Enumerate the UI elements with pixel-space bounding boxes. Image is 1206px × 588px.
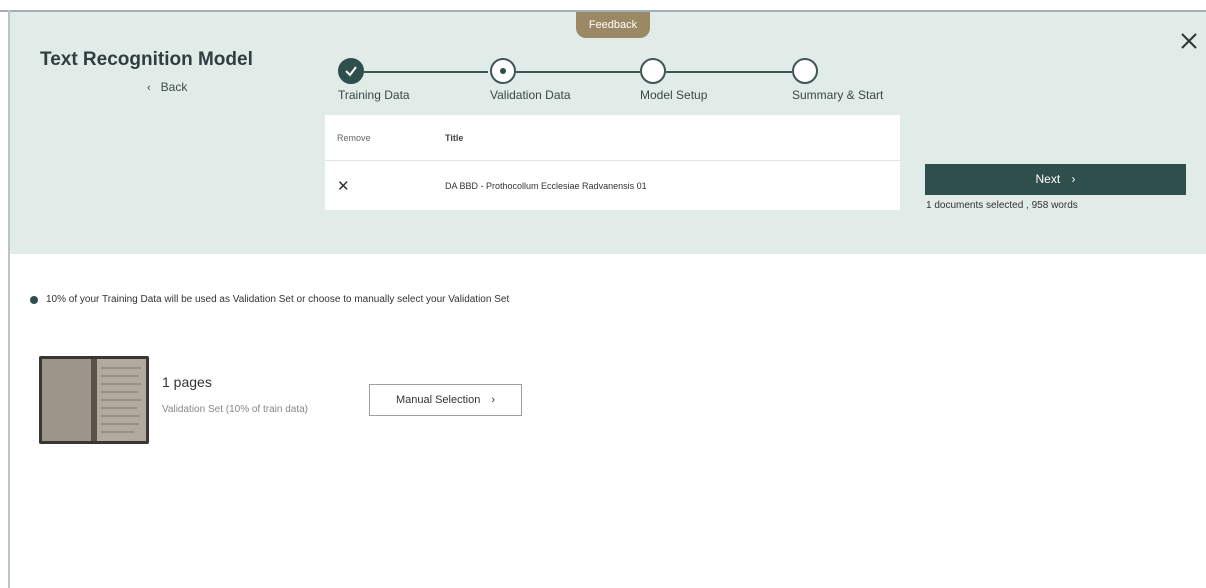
feedback-tab[interactable]: Feedback [576, 12, 650, 38]
chevron-right-icon: › [1071, 172, 1076, 186]
next-button[interactable]: Next › [925, 164, 1186, 195]
column-header-title: Title [445, 133, 464, 143]
wizard-stepper: Training Data Validation Data Model Setu… [330, 58, 930, 104]
validation-page-count: 1 pages [162, 374, 212, 390]
step-model-setup[interactable] [640, 58, 666, 84]
row-divider [325, 160, 900, 161]
validation-info-text: 10% of your Training Data will be used a… [46, 294, 510, 305]
step-label: Training Data [338, 88, 410, 102]
selected-documents-table: Remove Title ✕ DA BBD - Prothocollum Ecc… [325, 115, 900, 210]
selection-summary: 1 documents selected , 958 words [926, 200, 1078, 211]
column-header-remove: Remove [337, 133, 371, 143]
step-connector [516, 71, 640, 73]
manual-selection-button[interactable]: Manual Selection › [369, 384, 522, 416]
next-label: Next [1035, 172, 1061, 186]
document-title: DA BBD - Prothocollum Ecclesiae Radvanen… [445, 181, 647, 191]
page-title: Text Recognition Model [40, 49, 253, 70]
validation-set-caption: Validation Set (10% of train data) [162, 404, 309, 415]
document-thumbnail [39, 356, 149, 444]
close-icon[interactable] [1178, 30, 1200, 52]
back-link[interactable]: ‹ Back [147, 80, 187, 94]
step-label: Model Setup [640, 88, 708, 102]
step-label: Summary & Start [792, 88, 884, 102]
chevron-left-icon: ‹ [147, 82, 151, 94]
feedback-label: Feedback [588, 19, 638, 31]
step-summary-start[interactable] [792, 58, 818, 84]
chevron-right-icon: › [491, 394, 496, 406]
remove-icon[interactable]: ✕ [337, 177, 350, 195]
validation-info: 10% of your Training Data will be used a… [30, 294, 509, 305]
check-icon [345, 66, 357, 77]
bullet-icon [30, 295, 38, 304]
step-training-data[interactable] [338, 58, 364, 84]
step-validation-data[interactable] [490, 58, 516, 84]
step-label: Validation Data [490, 88, 571, 102]
open-book-image [39, 356, 149, 444]
step-connector [666, 71, 792, 73]
back-label: Back [160, 80, 188, 94]
manual-selection-label: Manual Selection [395, 394, 481, 406]
step-connector [364, 71, 488, 73]
